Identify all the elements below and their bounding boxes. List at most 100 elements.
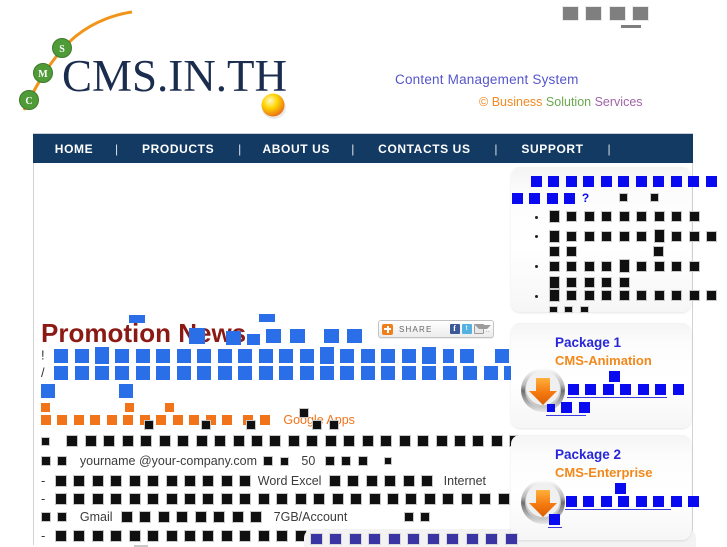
redacted-block xyxy=(578,402,590,413)
redacted-block xyxy=(183,530,196,542)
redacted-block xyxy=(618,290,630,301)
redacted-block xyxy=(214,435,227,447)
addthis-share-widget[interactable]: SHARE f t .. xyxy=(378,320,494,338)
redacted-block xyxy=(115,366,130,380)
redacted-block xyxy=(232,435,245,447)
nav-item-support[interactable]: SUPPORT xyxy=(498,142,608,156)
redacted-block xyxy=(290,329,306,343)
package-1-redacted-link[interactable] xyxy=(568,384,684,395)
redacted-block xyxy=(618,277,630,288)
topbar-block[interactable] xyxy=(562,6,579,21)
facebook-icon[interactable]: f xyxy=(449,324,460,334)
redacted-block xyxy=(672,384,684,395)
addthis-plus-icon[interactable] xyxy=(382,323,393,335)
nav-item-about-us[interactable]: ABOUT US xyxy=(241,142,351,156)
redacted-block xyxy=(57,512,68,522)
redacted-block xyxy=(618,230,630,242)
redacted-block xyxy=(197,348,212,363)
topbar-block[interactable] xyxy=(585,6,603,21)
email-icon[interactable] xyxy=(473,324,491,334)
redacted-block xyxy=(547,403,555,412)
sidebar: ? Package 1 CMS-Animation Package 2 CMS-… xyxy=(508,163,718,545)
redacted-block xyxy=(139,511,152,523)
redacted-block xyxy=(420,512,431,522)
redacted-block xyxy=(324,329,339,343)
faq-heading-line-2[interactable]: ? xyxy=(512,192,589,204)
promo-line-2: / xyxy=(41,366,519,380)
redacted-block xyxy=(671,260,683,272)
redacted-block xyxy=(115,348,130,363)
redacted-block xyxy=(368,493,381,505)
redacted-block xyxy=(177,435,190,447)
redacted-line xyxy=(129,315,145,323)
redacted-block xyxy=(442,366,457,380)
redacted-block xyxy=(128,493,141,505)
redacted-block xyxy=(140,435,153,447)
redacted-block xyxy=(319,347,334,364)
redacted-block xyxy=(636,260,648,272)
redacted-block xyxy=(460,348,475,363)
redacted-block xyxy=(128,530,141,542)
redacted-block xyxy=(566,277,578,288)
redacted-block xyxy=(653,211,665,222)
redacted-block xyxy=(299,366,314,380)
site-logo[interactable]: C M S CMS.IN.TH xyxy=(14,8,294,120)
package-2-panel[interactable]: Package 2 CMS-Enterprise xyxy=(511,435,700,540)
redacted-block xyxy=(348,533,362,545)
redacted-block xyxy=(583,277,595,288)
faq-heading-line-1[interactable] xyxy=(531,176,717,187)
package-2-title: Package 2 xyxy=(555,447,622,462)
redacted-block xyxy=(504,533,518,545)
slogan-services: Services xyxy=(594,95,643,109)
faq-item[interactable] xyxy=(549,229,718,243)
redacted-block xyxy=(463,366,478,380)
redacted-block xyxy=(601,230,613,242)
faq-heading-extra xyxy=(619,193,660,202)
topbar-block[interactable] xyxy=(632,6,650,21)
redacted-block xyxy=(84,435,97,447)
slogan-business: Business xyxy=(491,95,543,109)
topbar-block[interactable] xyxy=(608,6,626,21)
faq-item[interactable] xyxy=(549,210,700,223)
faq-item[interactable] xyxy=(549,259,700,273)
package-2-redacted-2[interactable] xyxy=(549,514,560,525)
redacted-block xyxy=(54,348,69,363)
redacted-line xyxy=(226,330,262,345)
site-tagline: Content Management System xyxy=(395,72,579,87)
package-1-panel[interactable]: Package 1 CMS-Animation xyxy=(511,323,691,428)
redacted-block xyxy=(453,435,466,447)
nav-item-contacts-us[interactable]: CONTACTS US xyxy=(354,142,494,156)
redacted-block xyxy=(324,435,337,447)
redacted-block xyxy=(41,384,55,398)
redacted-block xyxy=(386,493,399,505)
line-marker: ! xyxy=(41,347,45,363)
redacted-block xyxy=(494,348,509,363)
redacted-block xyxy=(360,348,375,363)
redacted-block xyxy=(688,211,700,222)
faq-panel: ? xyxy=(511,167,718,313)
redacted-block xyxy=(94,366,109,380)
redacted-block xyxy=(671,230,683,242)
redacted-block xyxy=(276,493,289,505)
redacted-block xyxy=(490,435,503,447)
redacted-block xyxy=(549,276,560,289)
redacted-block xyxy=(41,512,51,522)
redacted-block xyxy=(257,493,270,505)
redacted-block xyxy=(176,366,191,380)
redacted-block xyxy=(401,366,416,380)
nav-item-products[interactable]: PRODUCTS xyxy=(118,142,238,156)
redacted-block xyxy=(568,384,579,395)
nav-item-home[interactable]: HOME xyxy=(33,142,115,156)
package-2-redacted-link[interactable] xyxy=(566,496,700,507)
redacted-block xyxy=(220,493,233,505)
redacted-block xyxy=(706,290,718,301)
redacted-block xyxy=(41,456,51,466)
redacted-block xyxy=(165,530,178,542)
redacted-block xyxy=(653,290,665,301)
twitter-icon[interactable]: t xyxy=(461,324,472,334)
topbar-redacted-links[interactable] xyxy=(562,6,651,24)
redacted-block xyxy=(361,435,374,447)
redacted-block xyxy=(548,176,560,187)
redacted-block xyxy=(405,493,418,505)
package-1-redacted-2[interactable] xyxy=(547,402,590,413)
